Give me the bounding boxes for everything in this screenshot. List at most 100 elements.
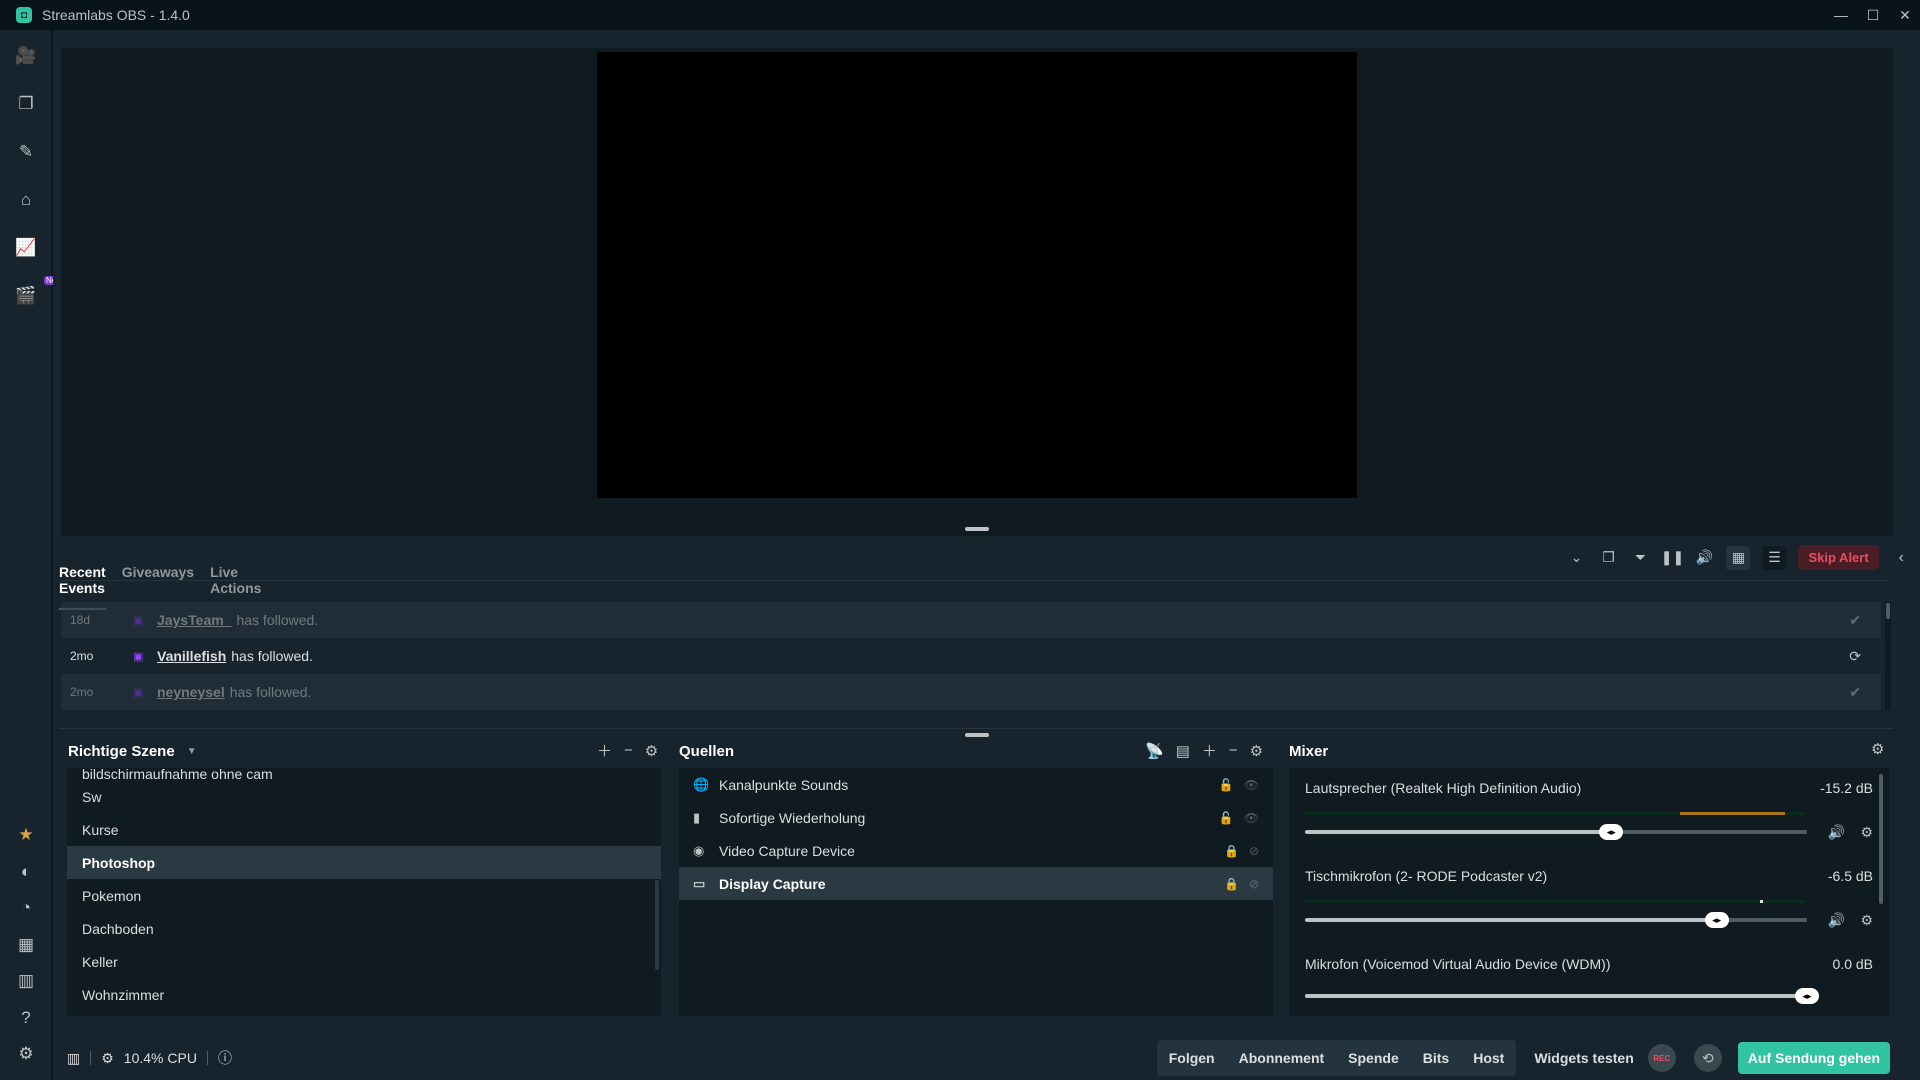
prime-icon[interactable]: ★	[14, 823, 38, 847]
lock-icon[interactable]: 🔒	[1224, 877, 1239, 891]
source-broadcast-icon[interactable]: 📡	[1145, 742, 1164, 760]
test-widgets-button[interactable]: Widgets testen	[1534, 1050, 1633, 1066]
replay-buffer-icon[interactable]: ⟲	[1693, 1044, 1722, 1072]
maximize-button[interactable]: ☐	[1858, 0, 1888, 30]
events-scrollbar[interactable]	[1885, 602, 1891, 710]
eye-icon[interactable]: 👁	[1244, 778, 1259, 792]
unlock-icon[interactable]: 🔓	[1219, 778, 1234, 792]
scene-item[interactable]: Wohnzimmer	[67, 978, 661, 1011]
analytics-icon[interactable]: 📈	[14, 236, 38, 260]
studio-icon[interactable]: 🎥	[14, 44, 38, 68]
filter-icon[interactable]: ⏷	[1630, 548, 1650, 568]
store-icon[interactable]: ⌂	[14, 188, 38, 212]
repeat-icon[interactable]: ⟳	[1849, 648, 1861, 665]
test-bits-button[interactable]: Bits	[1410, 1040, 1462, 1076]
scene-item[interactable]: bildschirmaufnahme ohne cam	[67, 768, 661, 780]
event-row[interactable]: 2mo ▣ Vanillefish has followed. ⟳	[61, 638, 1881, 674]
test-follow-button[interactable]: Folgen	[1156, 1040, 1227, 1076]
eye-icon[interactable]: 👁	[1244, 811, 1259, 825]
remove-scene-icon[interactable]: −	[624, 742, 633, 759]
editor-icon[interactable]: ✎	[14, 140, 38, 164]
minimize-button[interactable]: —	[1826, 0, 1856, 30]
volume-slider[interactable]: ◂▸	[1305, 988, 1819, 1004]
channel-settings-icon[interactable]: ⚙	[1860, 912, 1873, 929]
channel-db: -15.2 dB	[1820, 780, 1873, 796]
chevron-down-icon[interactable]: ⌄	[1566, 548, 1586, 568]
scene-settings-icon[interactable]: ⚙	[645, 742, 658, 760]
skip-alert-button[interactable]: Skip Alert	[1798, 545, 1879, 570]
scene-item[interactable]: Keller	[67, 945, 661, 978]
scenes-list: bildschirmaufnahme ohne cam Sw Kurse Pho…	[67, 768, 661, 1016]
cpu-icon: ⚙	[101, 1049, 114, 1066]
globe-icon: 🌐	[693, 776, 710, 792]
remove-source-icon[interactable]: −	[1229, 742, 1238, 759]
popout-icon[interactable]: ❐	[1598, 548, 1618, 568]
check-icon[interactable]: ✔	[1849, 612, 1861, 629]
source-settings-icon[interactable]: ⚙	[1250, 742, 1263, 760]
chat-icon[interactable]: ◔	[14, 896, 38, 920]
test-host-button[interactable]: Host	[1461, 1040, 1517, 1076]
check-icon[interactable]: ✔	[1849, 684, 1861, 701]
source-item[interactable]: ▮ Sofortige Wiederholung 🔓 👁	[679, 801, 1273, 834]
test-subscription-button[interactable]: Abonnement	[1226, 1040, 1337, 1076]
mixer-channel: Mikrofon (Voicemod Virtual Audio Device …	[1289, 944, 1889, 1016]
volume-slider[interactable]: ◂▸	[1305, 912, 1807, 928]
event-row[interactable]: 2mo ▣ neyneysel has followed. ✔	[61, 674, 1881, 710]
slider-knob[interactable]: ◂▸	[1795, 988, 1819, 1004]
test-donation-button[interactable]: Spende	[1336, 1040, 1411, 1076]
stream-preview[interactable]	[597, 52, 1357, 498]
list-view-icon[interactable]: ☰	[1762, 545, 1787, 570]
slider-knob[interactable]: ◂▸	[1599, 824, 1624, 840]
stats-icon[interactable]: ▥	[67, 1050, 80, 1067]
themes-icon[interactable]: ❐	[14, 92, 38, 116]
scene-collection-title: Richtige Szene	[68, 742, 175, 760]
eye-off-icon[interactable]: ⊘	[1249, 877, 1259, 891]
highlighter-icon[interactable]: 🎬Neu	[14, 276, 63, 308]
scene-item[interactable]: Kurse	[67, 813, 661, 846]
mixer-settings-icon[interactable]: ⚙	[1871, 740, 1884, 758]
scene-item[interactable]: Dachboden	[67, 912, 661, 945]
add-source-icon[interactable]: ＋	[1202, 740, 1217, 761]
layouts-icon[interactable]: ▦	[14, 933, 38, 957]
event-user[interactable]: Vanillefish	[157, 648, 226, 664]
window-title: Streamlabs OBS - 1.4.0	[42, 7, 190, 23]
add-folder-icon[interactable]: ▤	[1176, 742, 1190, 760]
scene-item[interactable]: Sw	[67, 780, 661, 813]
source-item[interactable]: 🌐 Kanalpunkte Sounds 🔓 👁	[679, 768, 1273, 801]
scene-item-selected[interactable]: Photoshop	[67, 846, 661, 879]
slider-knob[interactable]: ◂▸	[1704, 912, 1729, 928]
source-item-selected[interactable]: ▭ Display Capture 🔒 ⊘	[679, 867, 1273, 900]
close-button[interactable]: ✕	[1890, 0, 1920, 30]
scenes-header[interactable]: Richtige Szene ▼	[68, 740, 197, 762]
settings-icon[interactable]: ⚙	[14, 1042, 38, 1066]
speaker-icon[interactable]: 🔊	[1828, 912, 1845, 929]
add-scene-icon[interactable]: ＋	[597, 740, 612, 761]
compact-view-icon[interactable]: ▦	[1726, 545, 1751, 570]
collapse-icon[interactable]: ‹	[1899, 549, 1904, 567]
volume-slider[interactable]: ◂▸	[1305, 824, 1807, 840]
pause-icon[interactable]: ❚❚	[1661, 548, 1684, 568]
caret-down-icon[interactable]: ▼	[187, 746, 197, 757]
event-row[interactable]: 18d ▣ JaysTeam_ has followed. ✔	[61, 602, 1881, 638]
scene-item[interactable]: Pokemon	[67, 879, 661, 912]
scenes-scrollbar[interactable]	[655, 880, 659, 970]
volume-icon[interactable]: 🔊	[1694, 548, 1714, 568]
channel-settings-icon[interactable]: ⚙	[1860, 824, 1873, 841]
unlock-icon[interactable]: 🔓	[1219, 811, 1234, 825]
eye-off-icon[interactable]: ⊘	[1249, 844, 1259, 858]
resize-handle-preview[interactable]	[965, 527, 989, 531]
source-label: Video Capture Device	[719, 842, 855, 859]
lock-icon[interactable]: 🔒	[1224, 844, 1239, 858]
mixer-scrollbar[interactable]	[1879, 774, 1883, 904]
studio-mode-icon[interactable]: ▥	[14, 969, 38, 993]
resize-handle-events[interactable]	[965, 733, 989, 737]
event-user[interactable]: JaysTeam_	[157, 612, 231, 628]
dashboard-icon[interactable]: ◐	[14, 860, 38, 884]
record-button[interactable]: REC	[1647, 1044, 1676, 1072]
go-live-button[interactable]: Auf Sendung gehen	[1737, 1042, 1890, 1074]
help-icon[interactable]: ?	[14, 1006, 38, 1030]
info-icon[interactable]: ⓘ	[218, 1048, 232, 1068]
source-item[interactable]: ◉ Video Capture Device 🔒 ⊘	[679, 834, 1273, 867]
event-user[interactable]: neyneysel	[157, 684, 225, 700]
speaker-icon[interactable]: 🔊	[1828, 824, 1845, 841]
